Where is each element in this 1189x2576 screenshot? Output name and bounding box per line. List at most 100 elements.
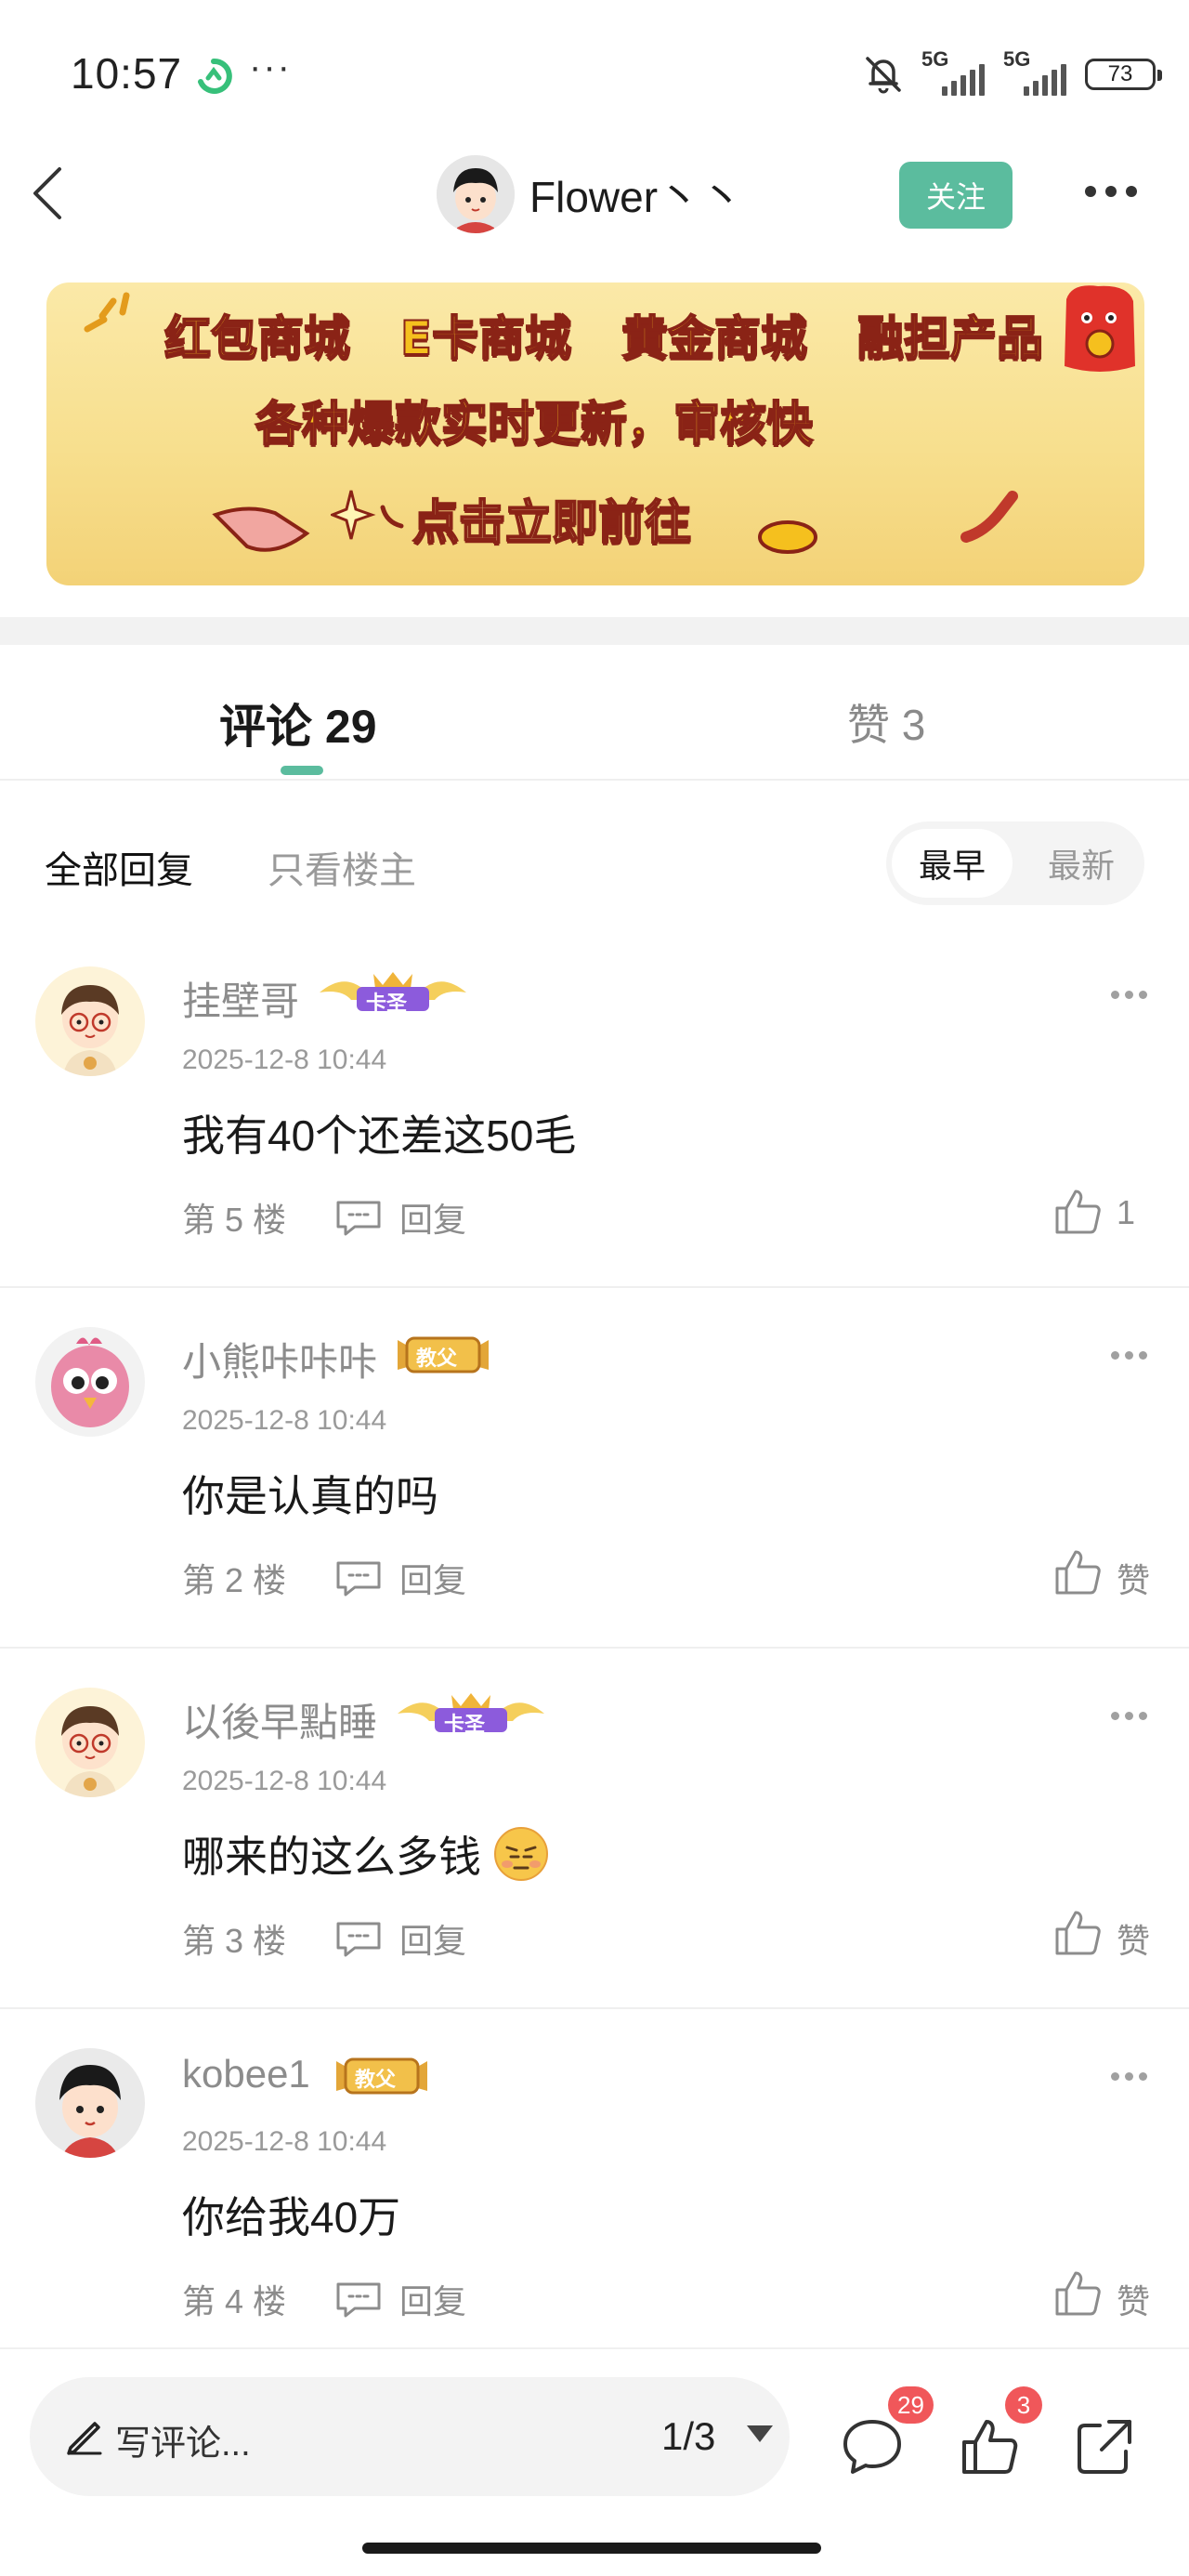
more-options-icon[interactable]: [1085, 178, 1144, 204]
commenter-name[interactable]: 以後早點睡: [182, 1691, 377, 1748]
floor-number: 第 3 楼: [182, 1922, 287, 1960]
tab-likes[interactable]: 赞 3: [847, 691, 925, 753]
like-count-badge: 3: [1005, 2386, 1042, 2424]
page-indicator[interactable]: 1/3: [661, 2414, 715, 2459]
comment-bubble-icon[interactable]: [840, 2414, 905, 2479]
banner-row-malls: 红包商城 E卡商城 黄金商城 融担产品: [46, 301, 1068, 368]
red-envelope-mascot-icon: [1065, 285, 1135, 372]
comment-more-icon[interactable]: [1111, 1712, 1148, 1721]
commenter-avatar[interactable]: [35, 1688, 145, 1797]
comment-more-icon[interactable]: [1111, 2072, 1148, 2082]
commenter-avatar[interactable]: [35, 2048, 145, 2158]
share-icon[interactable]: [1072, 2414, 1137, 2479]
banner-subtitle: 各种爆款实时更新，审核快: [255, 396, 814, 452]
page-dropdown-caret-icon[interactable]: [747, 2425, 773, 2442]
author-name[interactable]: Flower丶丶: [529, 164, 743, 225]
write-comment-input[interactable]: 写评论... 1/3: [30, 2377, 790, 2496]
banner-item-rongdan: 融担产品: [856, 310, 1044, 366]
smirk-face-emoji: [494, 1827, 548, 1881]
like-thumb-icon[interactable]: [1053, 2269, 1102, 2318]
comment-more-icon[interactable]: [1111, 1351, 1148, 1360]
promo-banner[interactable]: 红包商城 E卡商城 黄金商城 融担产品 各种爆款实时更新，审核快 点击立即前往: [46, 283, 1144, 585]
reply-bubble-icon[interactable]: [334, 2280, 383, 2318]
reply-button[interactable]: 回复: [399, 1914, 466, 1963]
signal-1-icon: 5G: [921, 47, 986, 96]
badge-label: 卡圣: [366, 992, 408, 1015]
floor-number: 第 2 楼: [182, 1561, 287, 1599]
comment-item[interactable]: 以後早點睡 卡圣 2025-12-8 10:44 哪来的这么多钱第 3 楼 回复 赞: [0, 1650, 1189, 2009]
comment-count-badge: 29: [888, 2386, 934, 2424]
reply-button[interactable]: 回复: [399, 1554, 466, 1602]
comment-text: 哪来的这么多钱: [182, 1833, 481, 1881]
banner-item-gold: 黄金商城: [621, 310, 808, 366]
back-arrow-icon[interactable]: [28, 164, 69, 223]
commenter-name[interactable]: kobee1: [182, 2052, 310, 2096]
floor-number: 第 5 楼: [182, 1201, 287, 1239]
filter-all-replies[interactable]: 全部回复: [45, 840, 193, 894]
reply-button[interactable]: 回复: [399, 1193, 466, 1242]
reply-button[interactable]: 回复: [399, 2275, 466, 2323]
comment-time: 2025-12-8 10:44: [182, 1045, 387, 1075]
sort-newest-button[interactable]: 最新: [1022, 829, 1141, 898]
battery-level: 73: [1107, 61, 1133, 86]
filter-op-only[interactable]: 只看楼主: [268, 840, 416, 894]
badge-label: 教父: [416, 1347, 458, 1370]
comment-body: 我有40个还差这50毛: [182, 1102, 576, 1163]
comment-item[interactable]: kobee1 教父 2025-12-8 10:44 你给我40万第 4 楼 回复 赞: [0, 2011, 1189, 2370]
content-tabs: 评论 29 赞 3: [0, 645, 1189, 781]
home-indicator[interactable]: [362, 2543, 821, 2554]
like-thumb-icon[interactable]: [1053, 1548, 1102, 1597]
status-bar: 10:57 ··· 5G 5G 73: [0, 0, 1189, 139]
comment-time: 2025-12-8 10:44: [182, 1405, 387, 1436]
author-avatar[interactable]: [437, 155, 515, 233]
section-divider: [0, 617, 1189, 645]
banner-item-ecard: E卡商城: [399, 310, 572, 366]
coin-decoration-icon: [758, 520, 817, 554]
comment-body: 哪来的这么多钱: [182, 1823, 550, 1885]
tab-comments[interactable]: 评论 29: [219, 690, 377, 756]
signal-2-icon: 5G: [1003, 47, 1068, 96]
comment-text: 你是认真的吗: [182, 1472, 438, 1520]
reply-bubble-icon[interactable]: [334, 1559, 383, 1597]
comment-item[interactable]: 挂壁哥 卡圣 2025-12-8 10:44 我有40个还差这50毛第 5 楼 回复 1: [0, 929, 1189, 1288]
status-time: 10:57: [71, 49, 183, 98]
like-thumb-icon[interactable]: [1053, 1909, 1102, 1957]
sort-earliest-button[interactable]: 最早: [892, 829, 1013, 898]
ribbon-decoration-icon: [212, 506, 310, 552]
banner-cta[interactable]: 点击立即前往: [412, 485, 692, 552]
bottom-action-bar: 写评论... 1/3 29 3: [0, 2347, 1189, 2576]
user-badge: 卡圣: [314, 968, 472, 1019]
commenter-name[interactable]: 小熊咔咔咔: [182, 1331, 377, 1387]
follow-button[interactable]: 关注: [899, 162, 1013, 229]
thumbs-up-icon[interactable]: [957, 2414, 1022, 2479]
user-badge: 教父: [331, 2050, 433, 2100]
chili-decoration-icon: [960, 491, 1018, 543]
status-more-dots: ···: [249, 46, 292, 87]
like-count[interactable]: 赞: [1117, 1914, 1150, 1963]
like-count[interactable]: 赞: [1117, 1554, 1150, 1602]
commenter-name[interactable]: 挂壁哥: [182, 970, 299, 1027]
commenter-avatar[interactable]: [35, 1327, 145, 1437]
like-count[interactable]: 赞: [1117, 2275, 1150, 2323]
comment-more-icon[interactable]: [1111, 991, 1148, 1000]
active-tab-indicator: [281, 766, 323, 775]
app-notification-icon: [198, 59, 232, 94]
user-badge: 教父: [392, 1329, 494, 1379]
comment-time: 2025-12-8 10:44: [182, 2126, 387, 2157]
badge-label: 卡圣: [444, 1713, 486, 1736]
user-badge: 卡圣: [392, 1689, 550, 1740]
star-decoration-icon: [331, 490, 404, 540]
comment-item[interactable]: 小熊咔咔咔 教父 2025-12-8 10:44 你是认真的吗第 2 楼 回复 赞: [0, 1290, 1189, 1649]
banner-item-hongbao: 红包商城: [163, 310, 351, 366]
reply-bubble-icon[interactable]: [334, 1199, 383, 1236]
sort-toggle: 最早 最新: [886, 821, 1144, 905]
like-thumb-icon[interactable]: [1053, 1188, 1102, 1236]
author-info[interactable]: Flower丶丶: [437, 154, 743, 234]
reply-bubble-icon[interactable]: [334, 1920, 383, 1957]
floor-number: 第 4 楼: [182, 2282, 287, 2320]
battery-icon: 73: [1085, 59, 1162, 90]
mute-bell-icon: [866, 57, 901, 94]
commenter-avatar[interactable]: [35, 966, 145, 1076]
like-count[interactable]: 1: [1117, 1193, 1135, 1232]
write-comment-placeholder: 写评论...: [115, 2425, 251, 2464]
